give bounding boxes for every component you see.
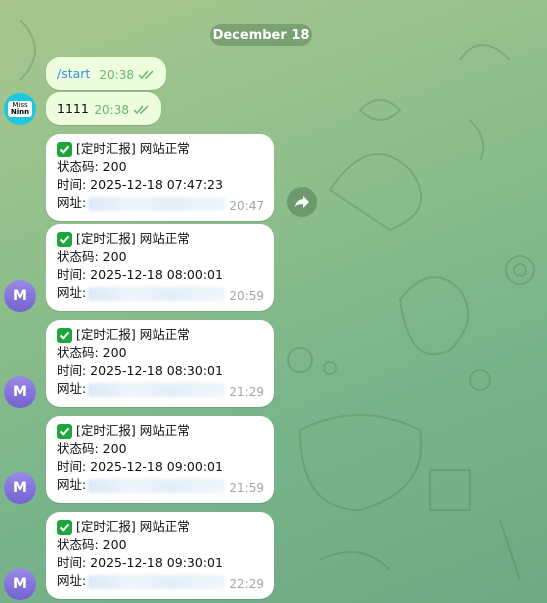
report-url-line: 网址: (57, 194, 227, 212)
redacted-url (88, 196, 227, 211)
bot-avatar[interactable]: M (4, 472, 36, 504)
check-mark-icon (57, 520, 72, 535)
message-meta: 21:29 (229, 383, 264, 401)
message-text[interactable]: /start (57, 65, 90, 83)
forward-arrow-icon (295, 196, 309, 208)
user-avatar[interactable]: Miss Ninn (4, 93, 36, 125)
report-url-label: 网址: (57, 573, 87, 588)
redacted-url (88, 574, 227, 589)
redacted-url (88, 286, 227, 301)
bot-report-message[interactable]: [定时汇报] 网站正常 状态码: 200 时间: 2025-12-18 09:0… (46, 416, 274, 503)
report-status: 状态码: 200 (57, 249, 127, 264)
double-check-icon (133, 105, 149, 115)
bot-avatar[interactable]: M (4, 376, 36, 408)
check-mark-icon (57, 142, 72, 157)
report-time: 时间: 2025-12-18 07:47:23 (57, 177, 223, 192)
bot-report-message[interactable]: [定时汇报] 网站正常 状态码: 200 时间: 2025-12-18 09:3… (46, 512, 274, 599)
message-time: 20:38 (94, 103, 129, 117)
report-url-label: 网址: (57, 381, 87, 396)
report-status: 状态码: 200 (57, 537, 127, 552)
report-time: 时间: 2025-12-18 09:00:01 (57, 459, 223, 474)
report-title-line: [定时汇报] 网站正常 (57, 326, 226, 344)
message-meta: 20:38 (94, 101, 151, 119)
report-time: 时间: 2025-12-18 09:30:01 (57, 555, 223, 570)
report-time: 时间: 2025-12-18 08:30:01 (57, 363, 223, 378)
report-url-label: 网址: (57, 195, 87, 210)
bot-avatar[interactable]: M (4, 568, 36, 600)
report-url-line: 网址: (57, 572, 227, 590)
check-mark-icon (57, 328, 72, 343)
message-meta: 20:59 (229, 287, 264, 305)
message-meta: 22:29 (229, 575, 264, 593)
redacted-url (88, 382, 227, 397)
message-time: 22:29 (229, 577, 264, 591)
bot-avatar[interactable]: M (4, 280, 36, 312)
report-status: 状态码: 200 (57, 159, 127, 174)
report-title-line: [定时汇报] 网站正常 (57, 422, 226, 440)
bot-report-message[interactable]: [定时汇报] 网站正常 状态码: 200 时间: 2025-12-18 07:4… (46, 134, 274, 221)
report-title-line: [定时汇报] 网站正常 (57, 518, 226, 536)
report-title: [定时汇报] 网站正常 (76, 141, 190, 156)
avatar-letter: M (13, 480, 27, 496)
report-url-line: 网址: (57, 284, 227, 302)
report-status: 状态码: 200 (57, 345, 127, 360)
report-url-label: 网址: (57, 477, 87, 492)
message-time: 20:47 (229, 199, 264, 213)
avatar-letter: M (13, 576, 27, 592)
report-url-line: 网址: (57, 476, 227, 494)
date-label: December 18 (212, 27, 310, 43)
avatar-letter: M (13, 384, 27, 400)
message-time: 20:59 (229, 289, 264, 303)
message-time: 20:38 (99, 68, 134, 82)
avatar-letter: M (13, 288, 27, 304)
bot-report-message[interactable]: [定时汇报] 网站正常 状态码: 200 时间: 2025-12-18 08:0… (46, 224, 274, 311)
report-url-label: 网址: (57, 285, 87, 300)
redacted-url (88, 478, 227, 493)
message-time: 21:29 (229, 385, 264, 399)
report-title: [定时汇报] 网站正常 (76, 327, 190, 342)
avatar-line2: Ninn (10, 108, 30, 116)
message-meta: 20:38 (99, 66, 156, 84)
outgoing-message[interactable]: 1111 20:38 (46, 92, 161, 125)
double-check-icon (138, 70, 154, 80)
forward-button[interactable] (287, 187, 317, 217)
outgoing-message[interactable]: /start 20:38 (46, 57, 166, 90)
check-mark-icon (57, 232, 72, 247)
report-title-line: [定时汇报] 网站正常 (57, 230, 226, 248)
report-time: 时间: 2025-12-18 08:00:01 (57, 267, 223, 282)
user-avatar-logo: Miss Ninn (8, 101, 32, 117)
message-text[interactable]: 1111 (57, 100, 89, 118)
check-mark-icon (57, 424, 72, 439)
report-title: [定时汇报] 网站正常 (76, 423, 190, 438)
report-title: [定时汇报] 网站正常 (76, 231, 190, 246)
report-title: [定时汇报] 网站正常 (76, 519, 190, 534)
report-status: 状态码: 200 (57, 441, 127, 456)
message-meta: 21:59 (229, 479, 264, 497)
date-separator: December 18 (210, 24, 312, 46)
report-title-line: [定时汇报] 网站正常 (57, 140, 226, 158)
bot-report-message[interactable]: [定时汇报] 网站正常 状态码: 200 时间: 2025-12-18 08:3… (46, 320, 274, 407)
message-meta: 20:47 (229, 197, 264, 215)
message-time: 21:59 (229, 481, 264, 495)
report-url-line: 网址: (57, 380, 227, 398)
